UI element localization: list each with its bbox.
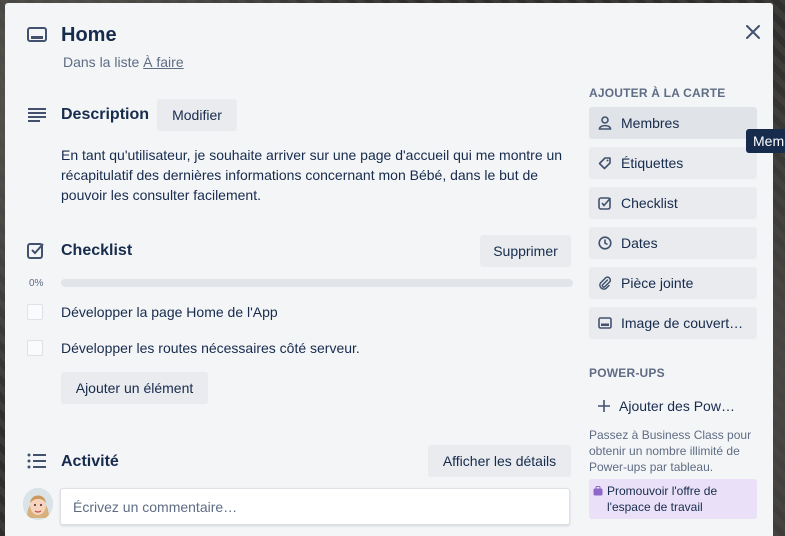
- label-icon: [597, 156, 613, 170]
- dates-label: Dates: [621, 235, 658, 251]
- cover-button[interactable]: Image de couvert…: [589, 307, 757, 339]
- members-button[interactable]: Membres: [589, 107, 757, 139]
- attachment-label: Pièce jointe: [621, 275, 694, 291]
- members-tooltip: Mem: [746, 129, 785, 153]
- promote-workspace-button[interactable]: Promouvoir l'offre de l'espace de travai…: [589, 479, 757, 519]
- show-details-button[interactable]: Afficher les détails: [428, 445, 571, 477]
- card-icon: [27, 27, 47, 45]
- edit-description-button[interactable]: Modifier: [157, 99, 237, 131]
- checklist-item: Développer la page Home de l'App: [27, 302, 278, 322]
- clock-icon: [597, 236, 613, 250]
- checklist-item-checkbox[interactable]: [27, 304, 43, 320]
- comment-input[interactable]: [60, 488, 570, 525]
- activity-heading: Activité: [61, 453, 119, 470]
- checklist-label: Checklist: [621, 195, 678, 211]
- checklist-icon: [597, 196, 613, 210]
- card-title[interactable]: Home: [61, 24, 117, 47]
- powerups-note: Passez à Business Class pour obtenir un …: [589, 428, 752, 474]
- add-powerups-label: Ajouter des Pow…: [619, 398, 735, 414]
- checklist-item-text[interactable]: Développer les routes nécessaires côté s…: [61, 340, 360, 356]
- dates-button[interactable]: Dates: [589, 227, 757, 259]
- delete-checklist-button[interactable]: Supprimer: [480, 235, 571, 267]
- attachment-button[interactable]: Pièce jointe: [589, 267, 757, 299]
- checklist-heading[interactable]: Checklist: [61, 242, 132, 260]
- plus-icon: [597, 399, 611, 413]
- briefcase-icon: [593, 486, 603, 496]
- checklist-item-checkbox[interactable]: [27, 340, 43, 356]
- add-to-card-heading: AJOUTER À LA CARTE: [589, 86, 726, 100]
- description-heading: Description: [61, 106, 150, 123]
- labels-label: Étiquettes: [621, 155, 684, 171]
- checklist-progress-bar: [61, 279, 573, 287]
- cover-label: Image de couvert…: [621, 315, 744, 331]
- close-icon: [746, 25, 760, 39]
- checklist-button[interactable]: Checklist: [589, 187, 757, 219]
- avatar[interactable]: [23, 488, 53, 520]
- checklist-item: Développer les routes nécessaires côté s…: [27, 338, 360, 358]
- description-icon: [27, 107, 47, 123]
- checklist-item-text[interactable]: Développer la page Home de l'App: [61, 304, 278, 320]
- card-list-info: Dans la liste À faire: [63, 54, 184, 70]
- person-icon: [597, 116, 613, 130]
- promote-workspace-label: Promouvoir l'offre de l'espace de travai…: [607, 484, 718, 514]
- cover-icon: [597, 316, 613, 330]
- add-powerups-button[interactable]: Ajouter des Pow…: [589, 390, 757, 422]
- add-checklist-item-button[interactable]: Ajouter un élément: [61, 372, 208, 404]
- activity-icon: [27, 453, 47, 469]
- checklist-progress-label: 0%: [29, 278, 44, 289]
- card-detail-modal: Home Dans la liste À faire Description M…: [5, 3, 773, 536]
- labels-button[interactable]: Étiquettes: [589, 147, 757, 179]
- close-button[interactable]: [739, 18, 767, 46]
- powerups-heading: POWER-UPS: [589, 366, 665, 380]
- paperclip-icon: [597, 276, 613, 290]
- list-link[interactable]: À faire: [143, 54, 183, 70]
- description-text[interactable]: En tant qu'utilisateur, je souhaite arri…: [61, 145, 576, 205]
- members-label: Membres: [621, 115, 680, 131]
- list-prefix: Dans la liste: [63, 54, 140, 70]
- checklist-icon: [27, 241, 45, 259]
